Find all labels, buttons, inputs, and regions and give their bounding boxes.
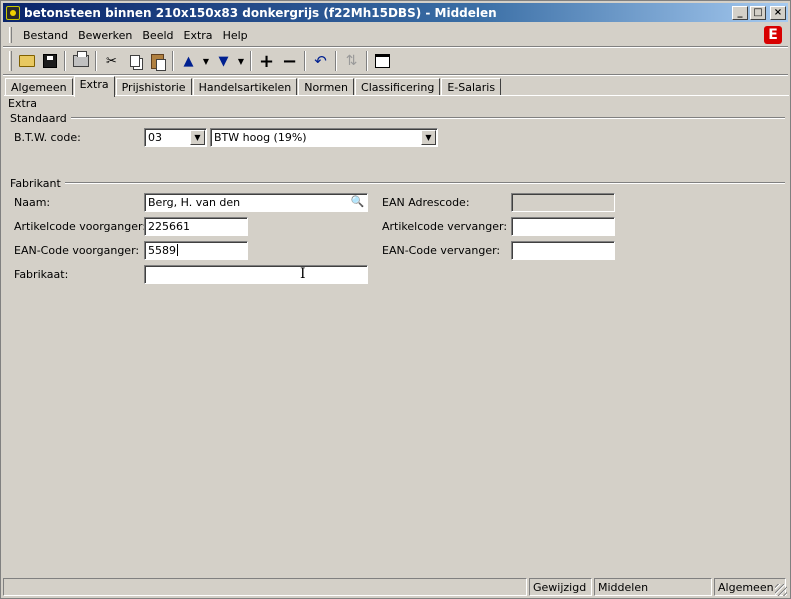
- tab-normen[interactable]: Normen: [298, 78, 355, 96]
- ean-vervanger-input[interactable]: [511, 241, 615, 260]
- standaard-line: [64, 117, 785, 119]
- toolbar-separator: [304, 51, 306, 71]
- btw-description-value: BTW hoog (19%): [214, 131, 307, 144]
- minimize-button[interactable]: _: [732, 5, 748, 20]
- chevron-down-icon[interactable]: ▼: [421, 130, 436, 145]
- toolbar-separator: [250, 51, 252, 71]
- standaard-title: Standaard: [10, 112, 71, 125]
- fabrikant-line: [62, 182, 785, 184]
- menubar-grip[interactable]: [9, 27, 12, 43]
- print-icon[interactable]: [69, 50, 92, 72]
- ean-adrescode-input: [511, 193, 615, 212]
- copy-icon[interactable]: [123, 50, 146, 72]
- status-bar: Gewijzigd Middelen Algemeen: [3, 578, 788, 597]
- down-dropdown-icon[interactable]: ▼: [235, 50, 247, 72]
- naam-lookup-field[interactable]: Berg, H. van den 🔍: [144, 193, 368, 212]
- toolbar-separator: [95, 51, 97, 71]
- menu-extra[interactable]: Extra: [179, 29, 218, 42]
- window-icon[interactable]: [371, 50, 394, 72]
- tab-classificering[interactable]: Classificering: [355, 78, 441, 96]
- up-arrow-icon[interactable]: ▲: [177, 50, 200, 72]
- save-icon[interactable]: [38, 50, 61, 72]
- undo-icon[interactable]: ↶: [309, 50, 332, 72]
- toolbar: ✂ ▲ ▼ ▼ ▼ + − ↶ ⇅: [3, 48, 788, 74]
- cut-icon[interactable]: ✂: [100, 50, 123, 72]
- fabrikaat-label: Fabrikaat:: [14, 268, 69, 281]
- search-icon[interactable]: 🔍: [349, 195, 366, 210]
- menu-bestand[interactable]: Bestand: [18, 29, 73, 42]
- btw-code-select[interactable]: 03 ▼: [144, 128, 207, 147]
- artikelcode-voorganger-input[interactable]: 225661: [144, 217, 248, 236]
- mouse-ibeam-cursor-icon: I: [300, 266, 306, 282]
- btw-description-select[interactable]: BTW hoog (19%) ▼: [210, 128, 438, 147]
- add-icon[interactable]: +: [255, 50, 278, 72]
- menu-bar: Bestand Bewerken Beeld Extra Help E: [3, 25, 788, 45]
- naam-label: Naam:: [14, 196, 51, 209]
- btw-code-value: 03: [148, 131, 162, 144]
- btw-code-label: B.T.W. code:: [14, 131, 81, 144]
- chevron-down-icon[interactable]: ▼: [190, 130, 205, 145]
- maximize-button[interactable]: □: [750, 5, 766, 20]
- ean-adrescode-label: EAN Adrescode:: [382, 196, 470, 209]
- toolbar-separator: [335, 51, 337, 71]
- ean-voorganger-input[interactable]: 5589: [144, 241, 248, 260]
- artikelcode-voorganger-label: Artikelcode voorganger:: [14, 220, 147, 233]
- close-button[interactable]: ×: [770, 5, 786, 20]
- menu-beeld[interactable]: Beeld: [137, 29, 178, 42]
- tab-e-salaris[interactable]: E-Salaris: [441, 78, 502, 96]
- tab-extra[interactable]: Extra: [73, 76, 115, 97]
- tab-strip: Algemeen Extra Prijshistorie Handelsarti…: [5, 76, 502, 97]
- title-bar[interactable]: betonsteen binnen 210x150x83 donkergrijs…: [3, 3, 788, 22]
- toolbar-separator: [64, 51, 66, 71]
- remove-icon[interactable]: −: [278, 50, 301, 72]
- refresh-icon[interactable]: ⇅: [340, 50, 363, 72]
- tab-panel-extra: Extra Standaard B.T.W. code: 03 ▼ BTW ho…: [4, 95, 789, 575]
- tab-algemeen[interactable]: Algemeen: [5, 78, 73, 96]
- panel-title-line: [8, 103, 787, 105]
- fabrikaat-input[interactable]: [144, 265, 368, 284]
- toolbar-separator: [172, 51, 174, 71]
- app-icon[interactable]: [6, 5, 20, 20]
- toolbar-grip[interactable]: [9, 51, 12, 71]
- artikelcode-vervanger-label: Artikelcode vervanger:: [382, 220, 508, 233]
- ean-vervanger-label: EAN-Code vervanger:: [382, 244, 501, 257]
- menu-help[interactable]: Help: [218, 29, 253, 42]
- artikelcode-vervanger-input[interactable]: [511, 217, 615, 236]
- toolbar-separator: [366, 51, 368, 71]
- text-caret: [177, 244, 178, 256]
- ean-voorganger-value: 5589: [148, 244, 176, 257]
- application-window: betonsteen binnen 210x150x83 donkergrijs…: [0, 0, 791, 599]
- status-main: [3, 578, 527, 596]
- down-arrow-icon[interactable]: ▼: [212, 50, 235, 72]
- up-dropdown-icon[interactable]: ▼: [200, 50, 212, 72]
- ean-voorganger-label: EAN-Code voorganger:: [14, 244, 140, 257]
- menu-bewerken[interactable]: Bewerken: [73, 29, 137, 42]
- panel-title: Extra: [8, 97, 42, 110]
- brand-logo-icon: E: [764, 26, 782, 44]
- tab-prijshistorie[interactable]: Prijshistorie: [115, 78, 192, 96]
- status-module: Middelen: [594, 578, 712, 596]
- open-folder-icon[interactable]: [15, 50, 38, 72]
- status-state: Gewijzigd: [529, 578, 592, 596]
- resize-grip-icon[interactable]: [775, 584, 787, 596]
- naam-value: Berg, H. van den: [148, 196, 241, 209]
- tab-handelsartikelen[interactable]: Handelsartikelen: [192, 78, 298, 96]
- paste-icon[interactable]: [146, 50, 169, 72]
- window-title: betonsteen binnen 210x150x83 donkergrijs…: [24, 5, 497, 20]
- fabrikant-title: Fabrikant: [10, 177, 65, 190]
